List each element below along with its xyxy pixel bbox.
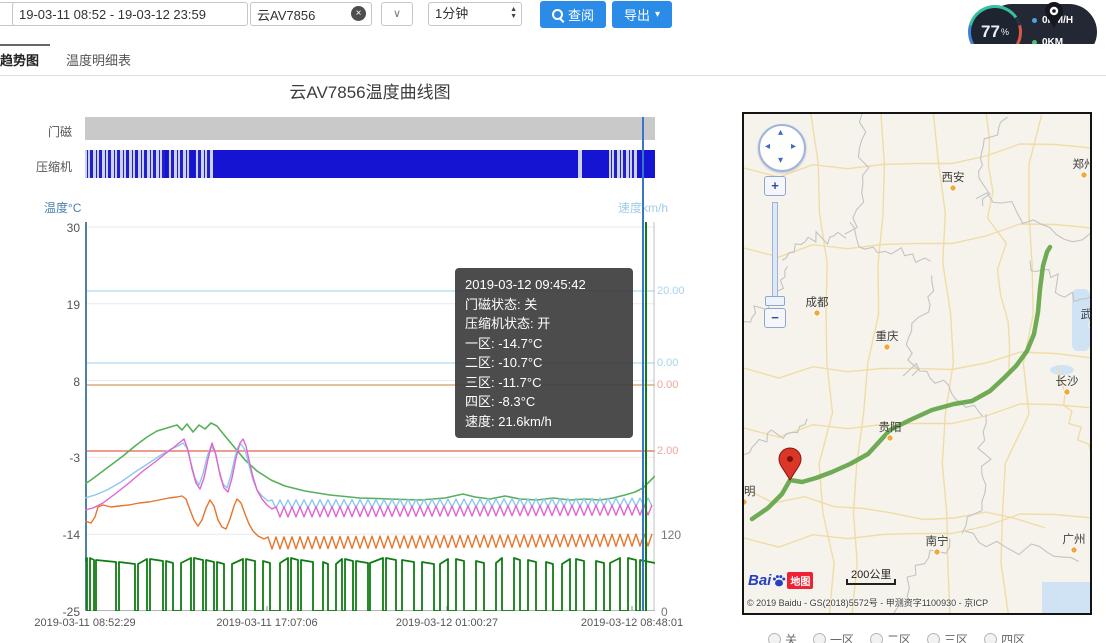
radio-icon[interactable] (927, 633, 940, 643)
threshold-label: 0.00 (657, 379, 678, 391)
svg-text:郑州: 郑州 (1073, 157, 1091, 171)
map-panel[interactable]: 西安成都重庆贵阳长沙南宁武汉郑州广州昆明 ▴ ▾ ◂ ▸ + − Bai 地图 … (742, 112, 1092, 615)
x-axis-label: 2019-03-12 08:48:01 (581, 617, 683, 629)
compressor-segment-on (190, 150, 195, 178)
y-left-tick: -3 (42, 451, 80, 465)
gauge-percent: 77 (981, 22, 1000, 42)
tooltip-row: 速度: 21.6km/h (465, 412, 623, 432)
series-速度 (85, 558, 655, 611)
compressor-segment-on (582, 150, 609, 178)
baidu-map[interactable]: 西安成都重庆贵阳 长沙南宁 武汉 郑州广州 昆明 (744, 114, 1090, 613)
radio-icon[interactable] (813, 633, 826, 643)
tooltip-row: 压缩机状态: 开 (465, 314, 623, 334)
baidu-paw-icon (772, 574, 786, 587)
legend-item-关[interactable]: 关 (768, 631, 797, 643)
tooltip-row: 门磁状态: 关 (465, 295, 623, 315)
tooltip-row: 三区: -11.7°C (465, 373, 623, 393)
chart-cursor-line (642, 117, 644, 611)
legend-item-一区[interactable]: 一区 (813, 631, 854, 643)
tab-bar: 温度趋势图 温度明细表 (0, 44, 1106, 76)
map-pan-control[interactable]: ▴ ▾ ◂ ▸ (758, 124, 806, 172)
pan-down-icon[interactable]: ▾ (778, 155, 783, 166)
search-icon (552, 9, 563, 20)
y-left-tick: 19 (42, 298, 80, 312)
tab-temperature-table[interactable]: 温度明细表 (66, 50, 131, 69)
threshold-label: 20.00 (657, 285, 685, 297)
compressor-segment-on (165, 150, 168, 178)
interval-select[interactable]: 1分钟 ▲▼ (428, 2, 522, 26)
compressor-segment-on (213, 150, 578, 178)
tooltip-time: 2019-03-12 09:45:42 (465, 275, 623, 295)
chart-tooltip: 2019-03-12 09:45:42 门磁状态: 关压缩机状态: 开一区: -… (455, 268, 633, 438)
tab-trend-chart[interactable]: 温度趋势图 (0, 50, 39, 69)
vehicle-dropdown-button[interactable]: ∨ (381, 2, 413, 26)
threshold-label: 2.00 (657, 445, 678, 457)
y-right-axis-name: 速度km/h (598, 199, 668, 216)
door-state-bar[interactable] (85, 117, 655, 140)
threshold-label: 0.00 (657, 357, 678, 369)
series-三区 (85, 496, 652, 549)
speed-dot-icon (1032, 18, 1037, 23)
compressor-state-bar[interactable] (85, 150, 655, 178)
map-scale: 200公里 (846, 566, 896, 585)
x-axis-label: 2019-03-11 08:52:29 (34, 617, 135, 629)
active-tab-indicator (0, 44, 50, 46)
zoom-in-button[interactable]: + (764, 176, 786, 196)
temperature-monitor-app: × ∨ 1分钟 ▲▼ 查阅 导出 ▾ 77% 0KM/H 0KM (0, 0, 1106, 643)
legend-label: 三区 (944, 631, 968, 643)
zone-legend: 关 一区 二区 三区 四区 (768, 631, 1025, 643)
y-left-tick: 8 (42, 375, 80, 389)
y-left-tick: -14 (42, 528, 80, 542)
svg-text:昆明: 昆明 (744, 485, 756, 498)
radio-icon[interactable] (984, 633, 997, 643)
baidu-logo: Bai 地图 (748, 572, 813, 589)
legend-label: 关 (785, 631, 797, 643)
chevron-down-icon: ▾ (655, 9, 660, 20)
zoom-slider-track[interactable] (772, 202, 778, 304)
chart-title: 云AV7856温度曲线图 (85, 78, 655, 103)
legend-item-三区[interactable]: 三区 (927, 631, 968, 643)
svg-text:南宁: 南宁 (926, 534, 949, 548)
svg-text:广州: 广州 (1063, 533, 1086, 546)
svg-text:成都: 成都 (806, 296, 829, 309)
compressor-bar-label: 压缩机 (0, 158, 72, 175)
svg-text:贵阳: 贵阳 (879, 421, 902, 434)
legend-label: 四区 (1001, 631, 1025, 643)
y-left-axis-name: 温度°C (44, 199, 81, 216)
y-right-tick: 120 (661, 528, 681, 542)
x-axis-label: 2019-03-11 17:07:06 (216, 617, 317, 629)
interval-value: 1分钟 (435, 6, 468, 21)
query-button[interactable]: 查阅 (540, 1, 606, 28)
tooltip-row: 一区: -14.7°C (465, 334, 623, 354)
pan-left-icon[interactable]: ◂ (765, 141, 770, 152)
stepper-icon[interactable]: ▲▼ (510, 6, 517, 20)
pan-up-icon[interactable]: ▴ (778, 127, 783, 138)
clear-icon[interactable]: × (351, 6, 366, 21)
compressor-segment-on (637, 150, 655, 178)
compressor-segment-striped (609, 150, 634, 178)
x-axis-label: 2019-03-12 01:00:27 (396, 617, 498, 629)
door-bar-label: 门磁 (0, 123, 72, 140)
legend-item-四区[interactable]: 四区 (984, 631, 1025, 643)
y-left-tick: 30 (42, 221, 80, 235)
svg-text:长沙: 长沙 (1056, 375, 1079, 388)
location-pin-icon[interactable] (1043, 1, 1065, 29)
pan-right-icon[interactable]: ▸ (791, 141, 796, 152)
radio-icon[interactable] (768, 633, 781, 643)
legend-item-二区[interactable]: 二区 (870, 631, 911, 643)
svg-text:重庆: 重庆 (876, 329, 899, 343)
date-range-input[interactable] (12, 2, 248, 26)
export-button[interactable]: 导出 ▾ (612, 1, 672, 28)
legend-label: 一区 (830, 631, 854, 643)
tooltip-row: 二区: -10.7°C (465, 353, 623, 373)
svg-text:西安: 西安 (942, 170, 965, 184)
tooltip-row: 四区: -8.3°C (465, 392, 623, 412)
map-copyright: © 2019 Baidu - GS(2018)5572号 - 甲测资字11009… (747, 596, 988, 609)
svg-text:武汉: 武汉 (1081, 308, 1091, 321)
zoom-slider-handle[interactable] (765, 296, 785, 306)
zoom-out-button[interactable]: − (764, 308, 786, 328)
radio-icon[interactable] (870, 633, 883, 643)
legend-label: 二区 (887, 631, 911, 643)
